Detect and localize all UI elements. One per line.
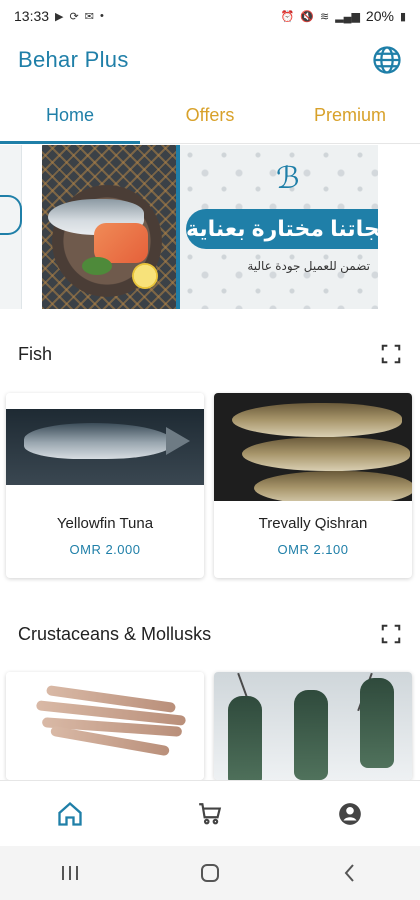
status-bar: 13:33 ▶ ⟳ ✉ • ⏰ 🔇 ≋ ▂▄▆ 20% ▮	[0, 0, 420, 32]
tab-premium[interactable]: Premium	[280, 88, 420, 143]
tab-bar: Home Offers Premium	[0, 88, 420, 144]
account-icon	[339, 802, 361, 825]
product-image-tuna	[6, 393, 204, 501]
banner-text-panel: ℬ تجاتنا مختارة بعناية تضمن للعميل جودة …	[176, 145, 378, 309]
status-time: 13:33	[14, 8, 50, 24]
app-title: Behar Plus	[18, 47, 129, 72]
brand-logo-icon: ℬ	[276, 161, 300, 196]
alarm-icon: ⏰	[280, 10, 295, 23]
product-name: Yellowfin Tuna	[56, 515, 154, 532]
trevally-fish-shape	[232, 403, 402, 437]
product-card[interactable]	[214, 672, 412, 780]
product-card[interactable]	[6, 672, 204, 780]
trevally-fish-shape	[254, 471, 412, 501]
product-card[interactable]: Yellowfin Tuna OMR 2.000	[6, 393, 204, 578]
lobster-shape	[228, 696, 262, 780]
banner-seafood-image	[42, 145, 176, 309]
product-price: OMR 2.100	[277, 542, 349, 557]
lobster-shape	[360, 678, 394, 768]
battery-icon: ▮	[399, 10, 406, 23]
sync-notification-icon: ⟳	[69, 10, 79, 23]
herb-shape	[82, 257, 112, 275]
product-image-trevally	[214, 393, 412, 501]
wifi-icon: ≋	[319, 10, 330, 23]
nav-cart[interactable]	[190, 794, 230, 834]
nav-home[interactable]	[50, 794, 90, 834]
banner-subline: تضمن للعميل جودة عالية	[247, 259, 370, 273]
signal-icon: ▂▄▆	[335, 10, 360, 23]
lemon-shape	[132, 263, 158, 289]
trevally-fish-shape	[242, 437, 410, 471]
product-image-shrimp	[6, 672, 204, 780]
status-left: 13:33 ▶ ⟳ ✉ •	[14, 8, 104, 24]
fullscreen-icon[interactable]	[380, 343, 402, 365]
nav-account[interactable]	[330, 794, 370, 834]
brand-logo-fragment	[0, 195, 22, 235]
tab-offers[interactable]: Offers	[140, 88, 280, 143]
mute-icon: 🔇	[300, 10, 314, 23]
recent-apps-icon	[62, 866, 78, 880]
product-card[interactable]: Trevally Qishran OMR 2.100	[214, 393, 412, 578]
section-header-fish: Fish	[0, 334, 420, 374]
back-chevron-icon	[344, 864, 354, 882]
app-bar: Behar Plus	[0, 32, 420, 88]
section-header-crustaceans: Crustaceans & Mollusks	[0, 614, 420, 654]
home-square-icon	[201, 864, 219, 882]
tab-home[interactable]: Home	[0, 88, 140, 144]
lobster-shape	[294, 690, 328, 780]
youtube-notification-icon: ▶	[55, 10, 64, 23]
tuna-tail-shape	[166, 427, 190, 455]
battery-percent: 20%	[365, 8, 394, 24]
section-title: Crustaceans & Mollusks	[18, 623, 212, 644]
status-right: ⏰ 🔇 ≋ ▂▄▆ 20% ▮	[281, 8, 406, 24]
back-system-button[interactable]	[330, 853, 370, 893]
previous-slide-peek	[0, 145, 22, 309]
product-name: Trevally Qishran	[258, 515, 368, 532]
bottom-navigation	[0, 780, 420, 846]
cart-icon	[199, 802, 222, 824]
section-title: Fish	[18, 343, 53, 364]
message-notification-icon: ✉	[84, 10, 94, 23]
home-icon	[58, 801, 82, 826]
globe-icon[interactable]	[372, 45, 402, 75]
recent-apps-button[interactable]	[50, 853, 90, 893]
system-navigation-bar	[0, 846, 420, 900]
product-image-lobster	[214, 672, 412, 780]
tuna-fish-shape	[24, 423, 174, 459]
promo-banner-carousel[interactable]: ℬ تجاتنا مختارة بعناية تضمن للعميل جودة …	[0, 145, 420, 309]
fullscreen-icon[interactable]	[380, 623, 402, 645]
home-system-button[interactable]	[190, 853, 230, 893]
more-notifications-dot-icon: •	[99, 10, 104, 22]
banner-headline: تجاتنا مختارة بعناية	[186, 209, 378, 249]
product-price: OMR 2.000	[69, 542, 141, 557]
